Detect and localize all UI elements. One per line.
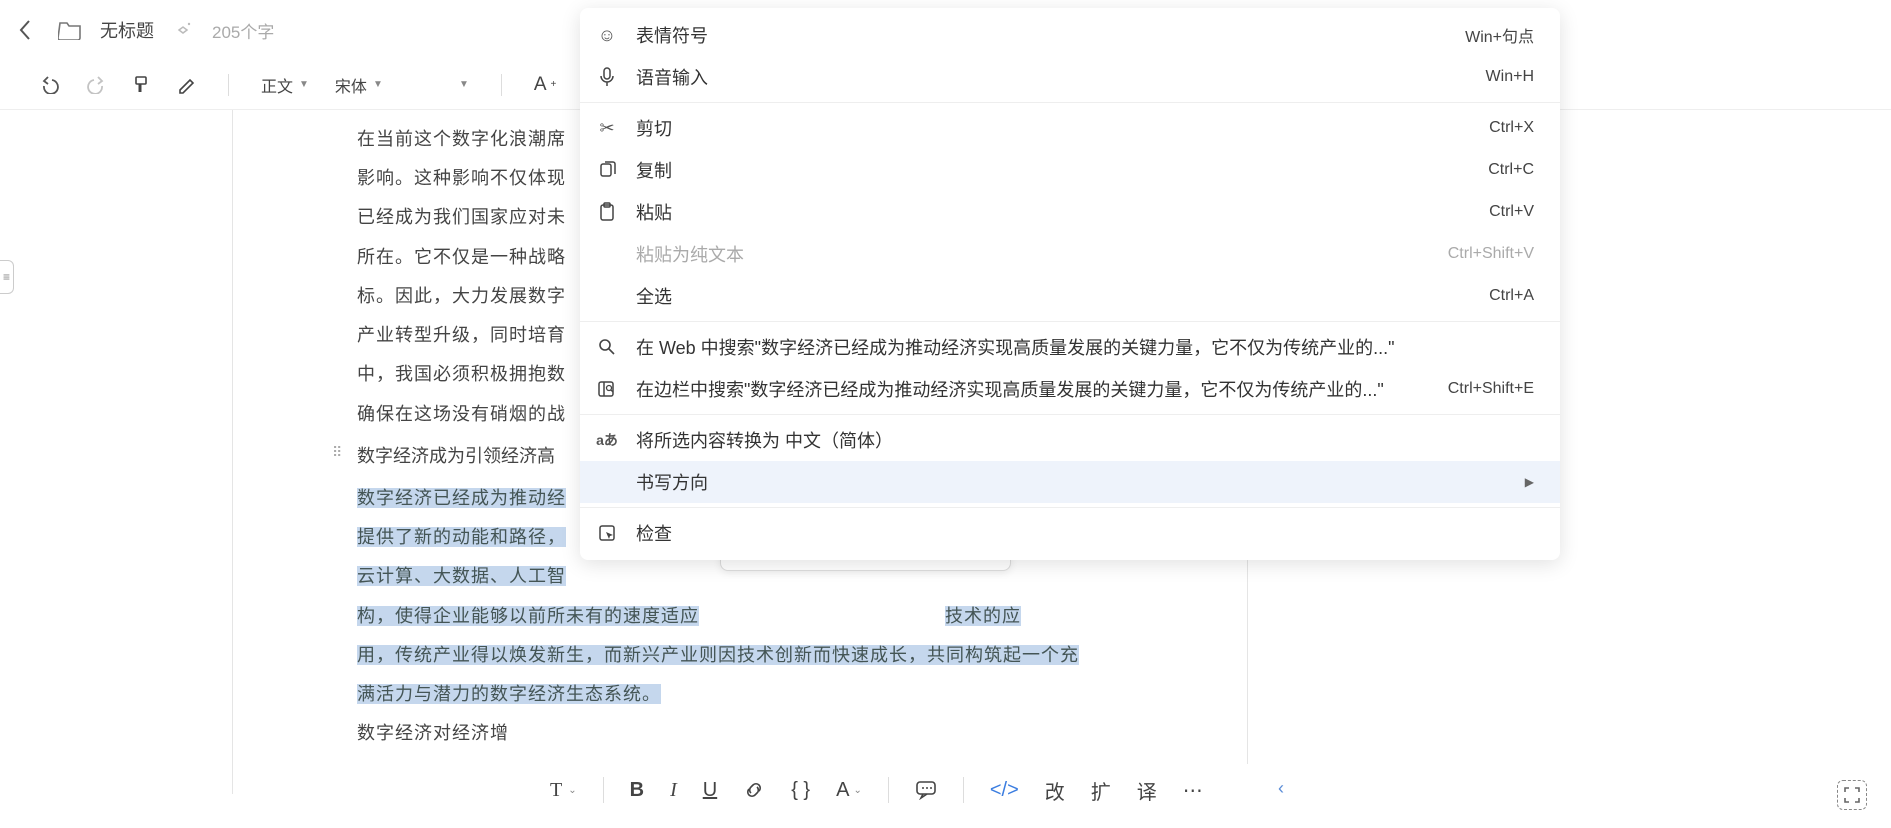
smile-icon: ☺ (596, 25, 618, 46)
font-increase-button[interactable]: A+ (534, 74, 557, 96)
menu-web-search[interactable]: 在 Web 中搜索"数字经济已经成为推动经济实现高质量发展的关键力量，它不仅为传… (580, 326, 1560, 368)
code-button[interactable]: </> (990, 779, 1019, 802)
doc-title[interactable]: 无标题 (100, 17, 154, 43)
clipboard-icon (596, 202, 618, 222)
paragraph: 数字经济对经济增 (357, 714, 1123, 753)
clear-format-button[interactable] (176, 76, 196, 94)
menu-cut[interactable]: ✂ 剪切 Ctrl+X (580, 107, 1560, 149)
mic-icon (596, 67, 618, 87)
font-family-select[interactable]: 宋体▼ (335, 73, 383, 97)
comment-button[interactable] (915, 780, 937, 800)
link-button[interactable] (743, 779, 765, 801)
menu-select-all[interactable]: 全选 Ctrl+A (580, 275, 1560, 317)
bottom-toolbar: T ⌄ B I U { } A ⌄ </> 改 扩 译 ⋯ ‹ (530, 764, 1250, 816)
underline-button[interactable]: U (703, 779, 717, 802)
menu-paste-plain[interactable]: 粘贴为纯文本 Ctrl+Shift+V (580, 233, 1560, 275)
sidebar-search-icon (596, 380, 618, 398)
more-button[interactable]: ⋯ (1183, 778, 1203, 803)
menu-paste[interactable]: 粘贴 Ctrl+V (580, 191, 1560, 233)
inspect-icon (596, 524, 618, 542)
left-panel-toggle[interactable]: ≡ (0, 260, 14, 294)
translate-icon: aあ (596, 430, 618, 450)
block-drag-handle[interactable]: ⠿ (332, 444, 339, 461)
code-block-button[interactable]: { } (791, 779, 810, 802)
context-menu: ☺ 表情符号 Win+句点 语音输入 Win+H ✂ 剪切 Ctrl+X 复制 … (580, 8, 1560, 560)
menu-voice-input[interactable]: 语音输入 Win+H (580, 56, 1560, 98)
menu-copy[interactable]: 复制 Ctrl+C (580, 149, 1560, 191)
fullscreen-button[interactable] (1837, 780, 1867, 810)
menu-writing-direction[interactable]: 书写方向 ▶ (580, 461, 1560, 503)
scissors-icon: ✂ (596, 118, 618, 139)
format-painter-button[interactable] (132, 75, 150, 95)
font-size-select[interactable]: ▼ (409, 79, 469, 90)
collapse-bar-button[interactable]: ‹ (1278, 778, 1284, 799)
back-button[interactable] (10, 15, 40, 45)
redo-button[interactable] (86, 76, 106, 94)
rewrite-button[interactable]: 改 (1045, 776, 1065, 805)
menu-sidebar-search[interactable]: 在边栏中搜索"数字经济已经成为推动经济实现高质量发展的关键力量，它不仅为传统产业… (580, 368, 1560, 410)
style-label: 正文 (261, 73, 293, 97)
word-count: 205个字 (212, 18, 274, 43)
copy-icon (596, 161, 618, 179)
menu-inspect[interactable]: 检查 (580, 512, 1560, 554)
translate-button[interactable]: 译 (1137, 776, 1157, 805)
file-icon (58, 20, 82, 40)
expand-button[interactable]: 扩 (1091, 776, 1111, 805)
italic-button[interactable]: I (670, 779, 677, 802)
paragraph-style-select[interactable]: 正文▼ (261, 73, 309, 97)
font-color-button[interactable]: A ⌄ (836, 779, 862, 802)
sparkle-icon[interactable] (172, 19, 194, 41)
undo-button[interactable] (40, 76, 60, 94)
chevron-right-icon: ▶ (1525, 475, 1534, 489)
font-label: 宋体 (335, 73, 367, 97)
bold-button[interactable]: B (630, 779, 644, 802)
search-icon (596, 338, 618, 356)
menu-translate[interactable]: aあ 将所选内容转换为 中文（简体） (580, 419, 1560, 461)
menu-emoji[interactable]: ☺ 表情符号 Win+句点 (580, 14, 1560, 56)
text-format-button[interactable]: T ⌄ (550, 779, 577, 802)
